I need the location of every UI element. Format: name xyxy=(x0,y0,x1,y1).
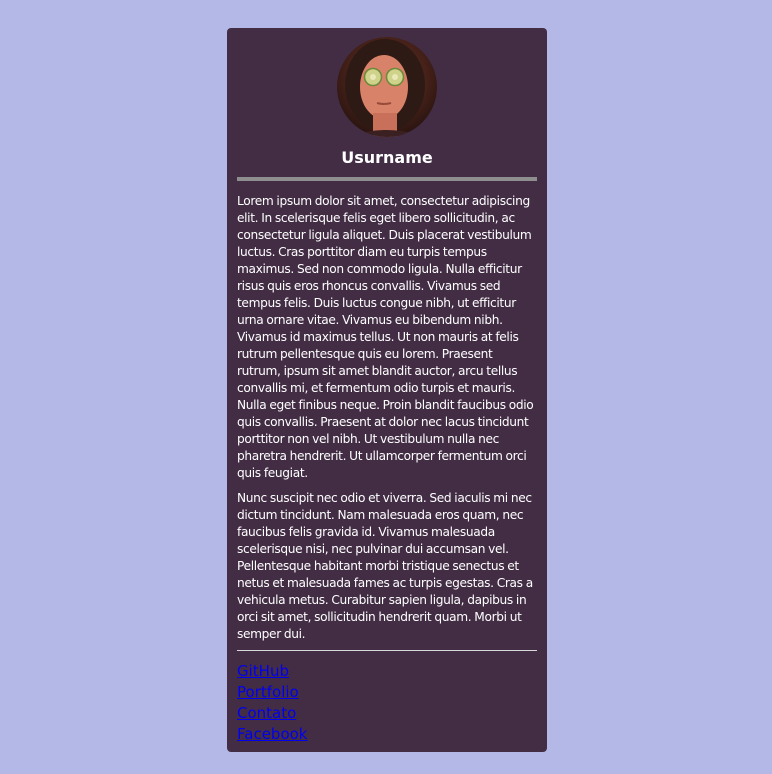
links-divider xyxy=(237,650,537,651)
header-divider xyxy=(237,177,537,181)
avatar-photo-icon xyxy=(337,37,437,137)
profile-card: Usurname Lorem ipsum dolor sit amet, con… xyxy=(227,28,547,752)
github-link[interactable]: GitHub xyxy=(237,662,289,680)
bio-paragraph-1: Lorem ipsum dolor sit amet, consectetur … xyxy=(237,194,534,480)
link-item-github: GitHub xyxy=(237,661,537,682)
link-item-contato: Contato xyxy=(237,703,537,724)
links-list: GitHub Portfolio Contato Facebook xyxy=(237,661,537,745)
avatar xyxy=(337,37,437,137)
facebook-link[interactable]: Facebook xyxy=(237,725,307,743)
username: Usurname xyxy=(341,148,433,167)
portfolio-link[interactable]: Portfolio xyxy=(237,683,299,701)
link-item-portfolio: Portfolio xyxy=(237,682,537,703)
bio-paragraph-2: Nunc suscipit nec odio et viverra. Sed i… xyxy=(237,491,533,641)
link-item-facebook: Facebook xyxy=(237,724,537,745)
bio: Lorem ipsum dolor sit amet, consectetur … xyxy=(237,193,537,643)
contato-link[interactable]: Contato xyxy=(237,704,296,722)
